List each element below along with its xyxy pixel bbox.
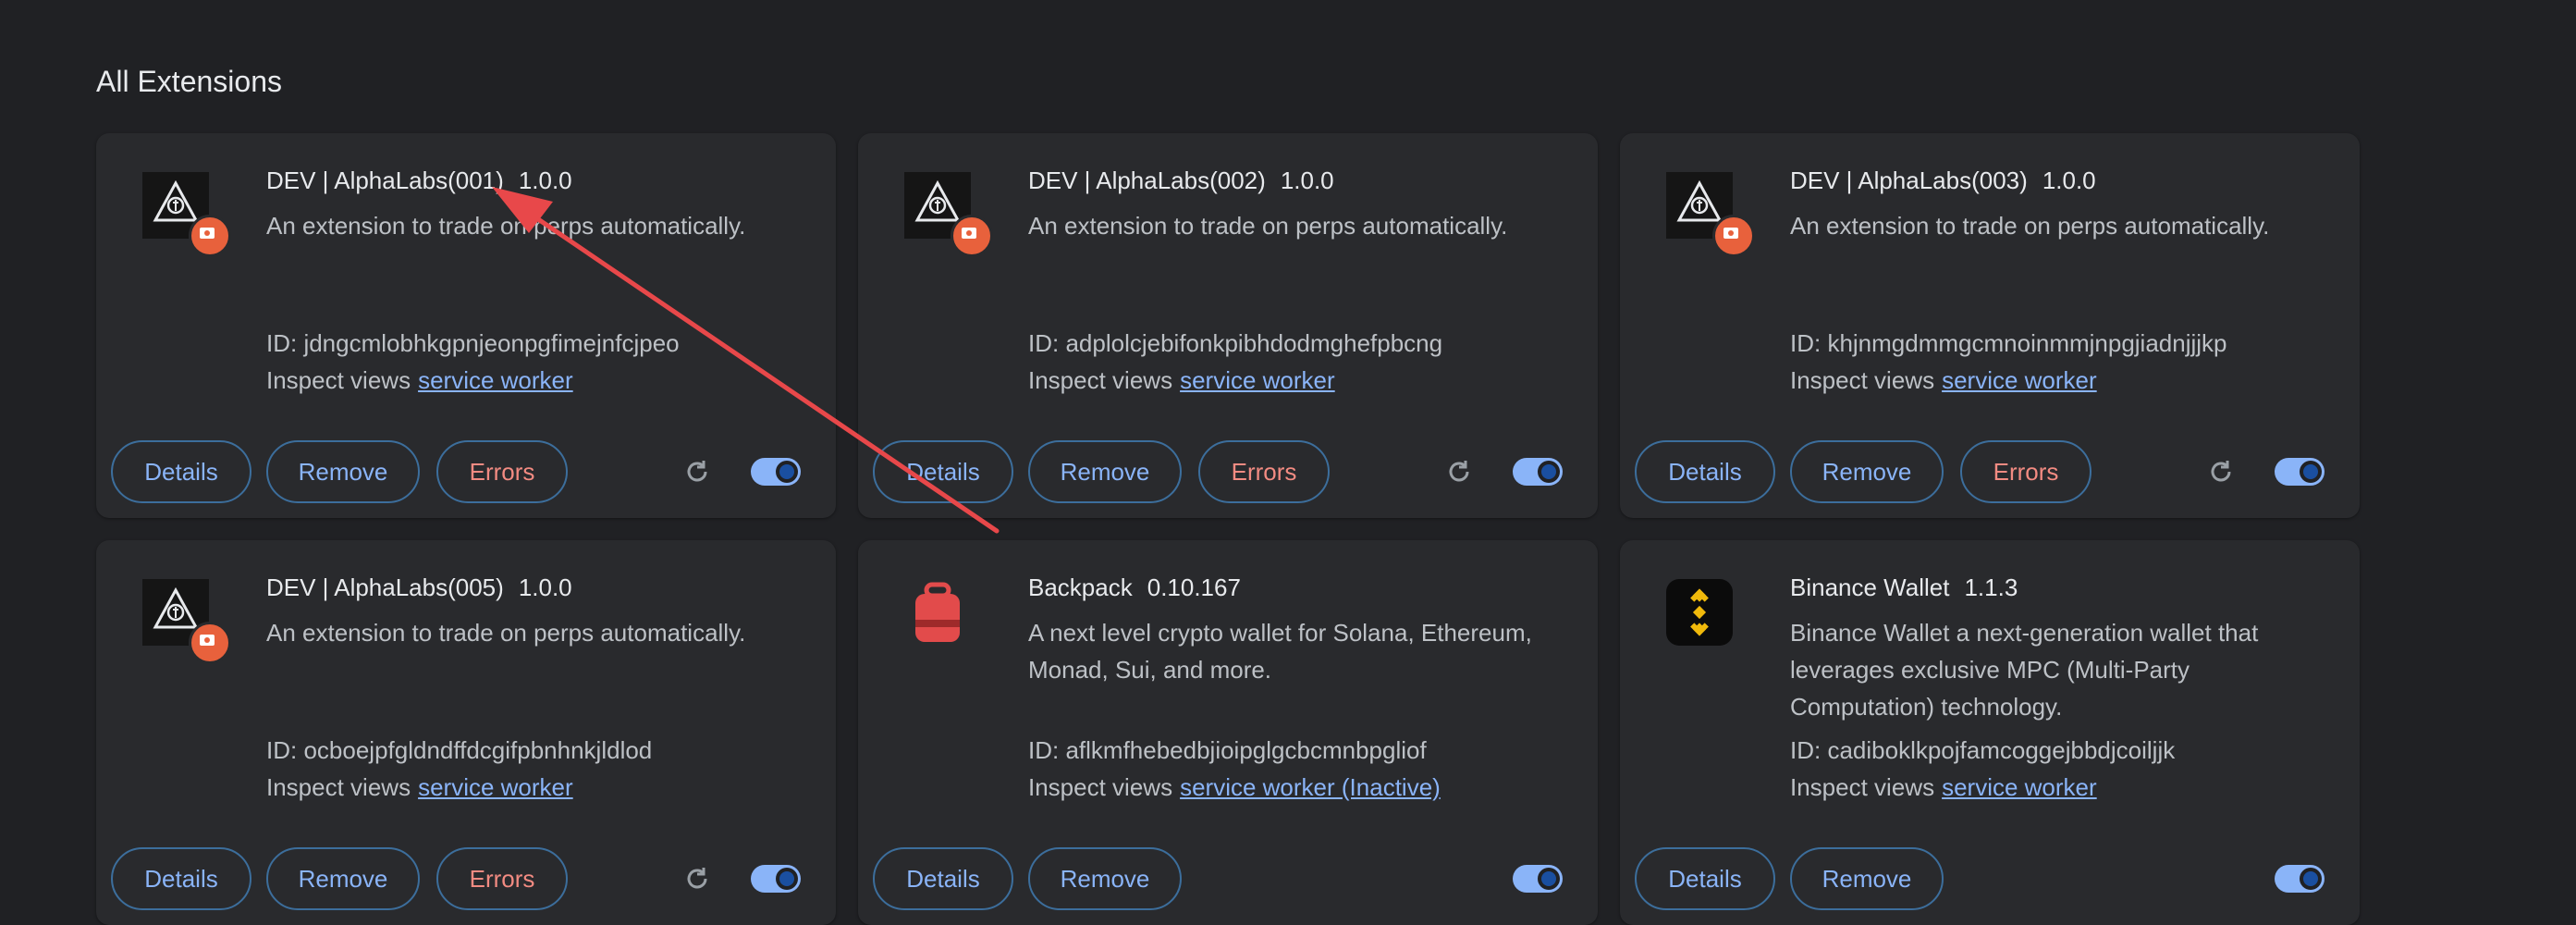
extension-id: ID: khjnmgdmmgcmnoinmmjnpgjiadnjjjkp (1790, 329, 2227, 357)
extension-version: 1.0.0 (518, 574, 572, 601)
service-worker-link[interactable]: service worker (1942, 366, 2097, 394)
enable-toggle[interactable] (751, 458, 801, 486)
extension-card: Binance Wallet 1.1.3 Binance Wallet a nex… (1620, 540, 2360, 925)
remove-button[interactable]: Remove (1790, 847, 1944, 910)
details-button[interactable]: Details (873, 440, 1013, 503)
extension-name: DEV | AlphaLabs(005) 1.0.0 (266, 574, 572, 601)
developer-badge-icon (1712, 215, 1755, 257)
section-title: All Extensions (96, 65, 282, 98)
extension-card: DEV | AlphaLabs(001) 1.0.0 An extension t… (96, 133, 836, 518)
remove-button[interactable]: Remove (266, 440, 420, 503)
extension-version: 1.1.3 (1964, 574, 2018, 601)
reload-icon[interactable] (682, 457, 712, 487)
remove-button[interactable]: Remove (1028, 847, 1182, 910)
remove-button[interactable]: Remove (1790, 440, 1944, 503)
details-button[interactable]: Details (873, 847, 1013, 910)
extension-description: An extension to trade on perps automatic… (266, 619, 746, 647)
extension-version: 1.0.0 (1280, 166, 1334, 194)
extension-version: 1.0.0 (2042, 166, 2096, 194)
extension-card: DEV | AlphaLabs(005) 1.0.0 An extension t… (96, 540, 836, 925)
enable-toggle[interactable] (751, 865, 801, 893)
details-button[interactable]: Details (111, 847, 251, 910)
binance-icon (1666, 579, 1733, 646)
inspect-views: Inspect views service worker (266, 773, 573, 801)
extension-description: An extension to trade on perps automatic… (1790, 212, 2270, 240)
extension-version: 0.10.167 (1147, 574, 1241, 601)
errors-button[interactable]: Errors (1960, 440, 2091, 503)
extension-card: Backpack 0.10.167 A next level crypto wal… (858, 540, 1598, 925)
reload-icon[interactable] (2206, 457, 2236, 487)
extension-version: 1.0.0 (518, 166, 572, 194)
service-worker-link[interactable]: service worker (418, 366, 573, 394)
enable-toggle[interactable] (2275, 458, 2325, 486)
extension-name: Backpack 0.10.167 (1028, 574, 1241, 601)
service-worker-link[interactable]: service worker (1180, 366, 1335, 394)
service-worker-link[interactable]: service worker (Inactive) (1180, 773, 1441, 801)
extension-name: DEV | AlphaLabs(001) 1.0.0 (266, 166, 572, 194)
extension-id: ID: ocboejpfgldndffdcgifpbnhnkjldlod (266, 736, 653, 764)
extension-name: Binance Wallet 1.1.3 (1790, 574, 2018, 601)
extension-description: A next level crypto wallet for Solana, E… (1028, 619, 1532, 684)
extension-card: DEV | AlphaLabs(002) 1.0.0 An extension t… (858, 133, 1598, 518)
extension-id: ID: adplolcjebifonkpibhdodmghefpbcng (1028, 329, 1443, 357)
errors-button[interactable]: Errors (436, 847, 568, 910)
inspect-views: Inspect views service worker (Inactive) (1028, 773, 1441, 801)
inspect-views: Inspect views service worker (1028, 366, 1335, 394)
developer-badge-icon (189, 622, 231, 664)
service-worker-link[interactable]: service worker (418, 773, 573, 801)
remove-button[interactable]: Remove (1028, 440, 1182, 503)
inspect-views: Inspect views service worker (1790, 773, 2097, 801)
extension-id: ID: cadiboklkpojfamcoggejbbdjcoiljjk (1790, 736, 2176, 764)
extension-description: Binance Wallet a next-generation wallet … (1790, 619, 2259, 721)
errors-button[interactable]: Errors (436, 440, 568, 503)
enable-toggle[interactable] (2275, 865, 2325, 893)
inspect-views: Inspect views service worker (1790, 366, 2097, 394)
alphalabs-icon (142, 579, 231, 664)
alphalabs-icon (904, 172, 993, 257)
developer-badge-icon (951, 215, 993, 257)
details-button[interactable]: Details (1635, 847, 1775, 910)
extension-description: An extension to trade on perps automatic… (1028, 212, 1508, 240)
alphalabs-icon (142, 172, 231, 257)
extension-name: DEV | AlphaLabs(003) 1.0.0 (1790, 166, 2096, 194)
extension-description: An extension to trade on perps automatic… (266, 212, 746, 240)
reload-icon[interactable] (1444, 457, 1474, 487)
inspect-views: Inspect views service worker (266, 366, 573, 394)
extension-id: ID: jdngcmlobhkgpnjeonpgfimejnfcjpeo (266, 329, 680, 357)
alphalabs-icon (1666, 172, 1755, 257)
reload-icon[interactable] (682, 864, 712, 894)
extension-id: ID: aflkmfhebedbjioipglgcbcmnbpgliof (1028, 736, 1427, 764)
developer-badge-icon (189, 215, 231, 257)
extension-card: DEV | AlphaLabs(003) 1.0.0 An extension t… (1620, 133, 2360, 518)
service-worker-link[interactable]: service worker (1942, 773, 2097, 801)
extension-name: DEV | AlphaLabs(002) 1.0.0 (1028, 166, 1334, 194)
errors-button[interactable]: Errors (1198, 440, 1330, 503)
enable-toggle[interactable] (1513, 865, 1563, 893)
backpack-icon (904, 579, 971, 646)
enable-toggle[interactable] (1513, 458, 1563, 486)
remove-button[interactable]: Remove (266, 847, 420, 910)
details-button[interactable]: Details (111, 440, 251, 503)
details-button[interactable]: Details (1635, 440, 1775, 503)
